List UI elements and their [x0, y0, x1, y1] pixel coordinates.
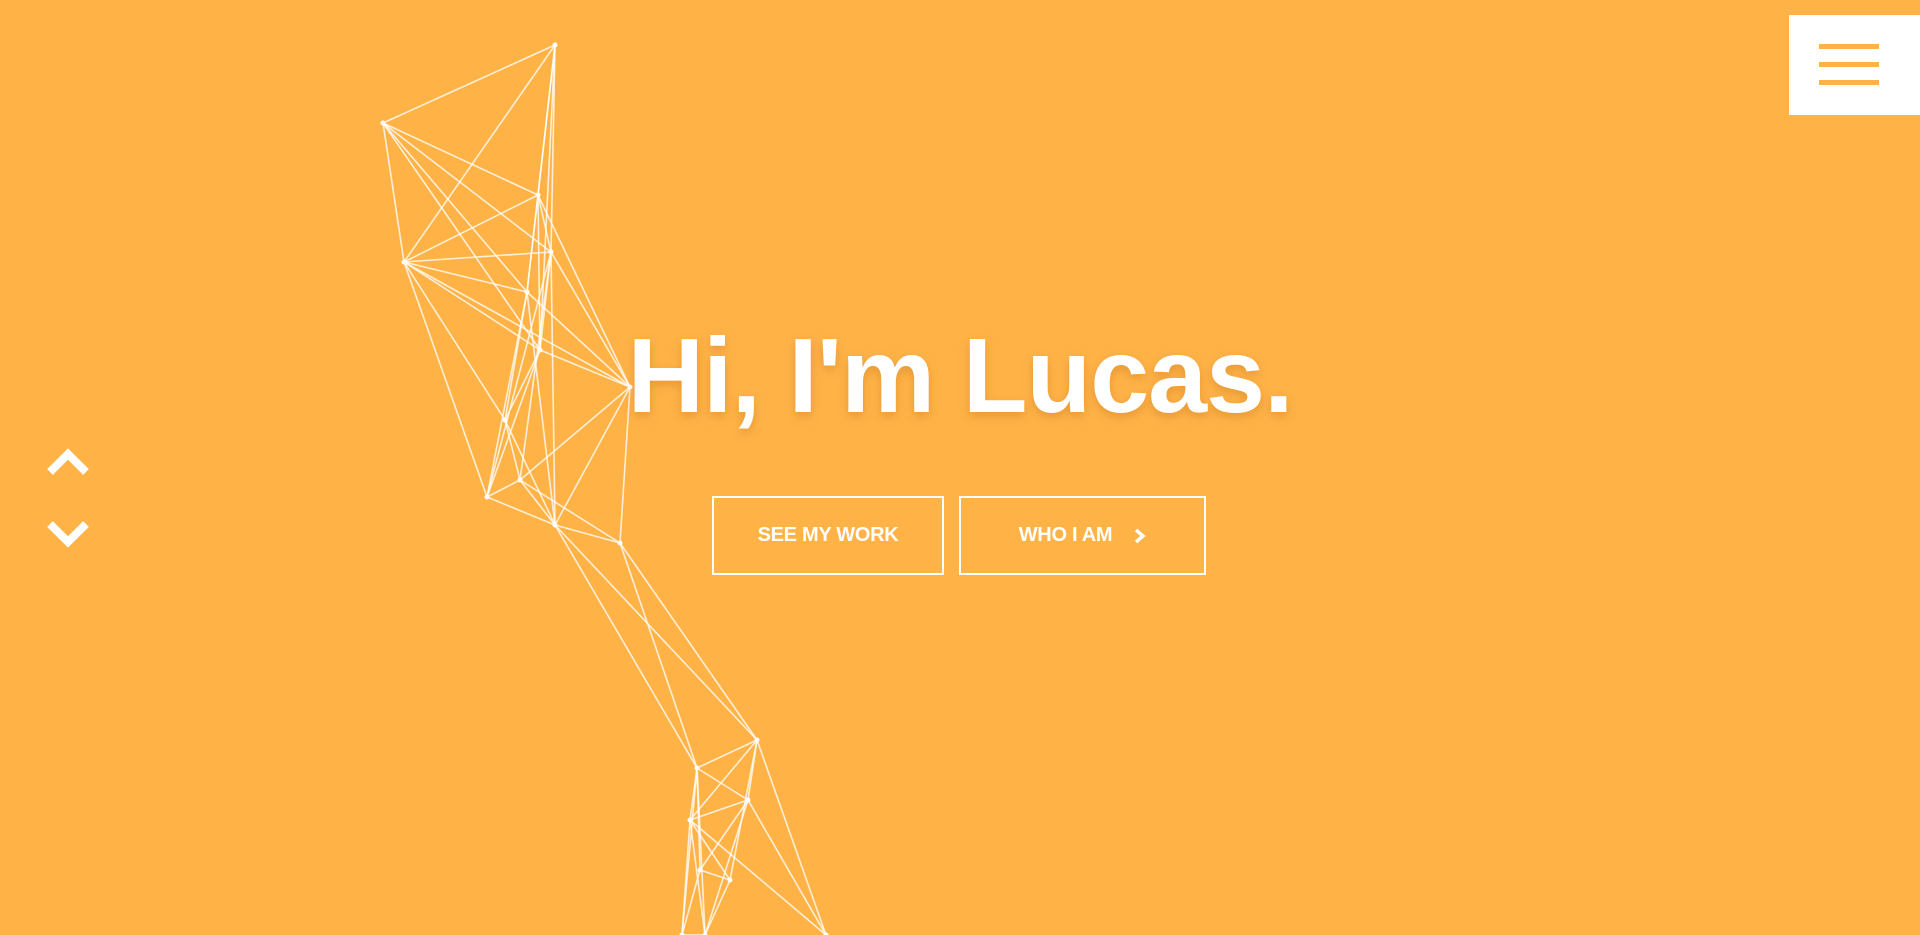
network-node [687, 817, 693, 823]
scroll-down-button[interactable] [44, 514, 92, 554]
who-i-am-button[interactable]: WHO I AM [959, 496, 1206, 575]
network-edge [696, 767, 706, 935]
scroll-up-button[interactable] [44, 440, 92, 480]
network-edge [689, 767, 698, 821]
network-edge [382, 122, 528, 293]
network-edge [689, 819, 731, 881]
network-edge [382, 44, 556, 124]
chevron-up-icon [47, 448, 89, 475]
network-node [694, 765, 700, 771]
menu-button[interactable] [1789, 15, 1920, 115]
network-edge [486, 479, 521, 498]
network-edge [403, 261, 528, 293]
network-node [697, 867, 703, 873]
network-edge [747, 739, 758, 801]
see-my-work-label: SEE MY WORK [757, 524, 899, 546]
network-edge [729, 739, 758, 881]
network-node [484, 494, 490, 500]
network-edge [539, 44, 556, 351]
network-edge [681, 767, 698, 935]
network-edge [689, 799, 749, 821]
network-edge [696, 739, 758, 769]
network-edge [382, 122, 541, 351]
network-edge [699, 869, 731, 881]
network-edge [689, 819, 706, 935]
hero-headline: Hi, I'm Lucas. [627, 317, 1293, 435]
network-edge [526, 44, 556, 293]
network-node [517, 477, 523, 483]
network-edge [486, 496, 556, 526]
network-edge [681, 869, 701, 935]
hero-section: Hi, I'm Lucas. [0, 318, 1920, 435]
see-my-work-button[interactable]: SEE MY WORK [712, 496, 944, 575]
network-edge [747, 799, 827, 935]
network-edge [403, 251, 552, 263]
hero-buttons: SEE MY WORK WHO I AM [712, 496, 1206, 575]
network-node [754, 737, 760, 743]
chevron-right-icon [1135, 528, 1146, 543]
network-node [617, 540, 623, 546]
network-edge [689, 819, 827, 935]
network-edge [696, 767, 749, 801]
network-edge [554, 524, 698, 769]
network-edge [382, 122, 539, 196]
network-edge [519, 479, 621, 544]
network-edge [550, 44, 556, 253]
network-edge [382, 122, 552, 253]
network-edge [403, 44, 556, 263]
network-edge [704, 799, 749, 935]
network-edge [619, 542, 698, 769]
network-node [552, 522, 558, 528]
network-node [380, 120, 386, 126]
who-i-am-label: WHO I AM [1018, 524, 1113, 546]
chevron-down-icon [47, 521, 89, 548]
network-edge [537, 44, 556, 196]
network-edge [403, 194, 539, 263]
network-edge [554, 524, 621, 544]
network-node [727, 877, 733, 883]
network-node [524, 289, 530, 295]
network-edge [526, 194, 539, 293]
network-edge [704, 879, 731, 935]
network-edge [382, 122, 405, 263]
network-edge [756, 739, 827, 935]
network-edge [504, 419, 556, 526]
network-node [535, 192, 541, 198]
network-node [745, 797, 751, 803]
network-node [401, 259, 407, 265]
network-edge [699, 799, 749, 871]
network-edge [537, 194, 552, 253]
hamburger-menu-icon [1819, 44, 1879, 49]
network-edge [696, 767, 701, 871]
network-edge [519, 479, 556, 526]
network-edge [681, 819, 691, 935]
network-node [552, 42, 558, 48]
network-edge [689, 739, 758, 821]
background-network-graphic [380, 42, 829, 935]
section-navigation [44, 440, 92, 588]
network-node [548, 249, 554, 255]
